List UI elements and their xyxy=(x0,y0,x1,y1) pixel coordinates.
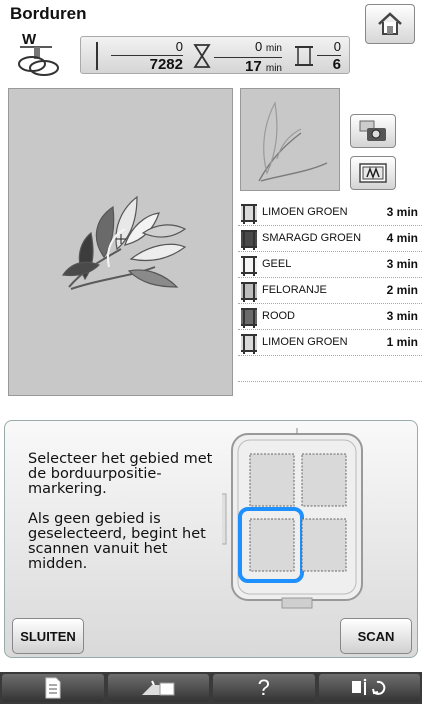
page-title: Borduren xyxy=(10,4,87,23)
leaf-thumbnail-image xyxy=(258,101,328,182)
thread-time: 2 min xyxy=(386,283,418,297)
thread-name: ROOD xyxy=(262,310,295,322)
embroidery-unit-icon xyxy=(142,680,175,696)
scan-button[interactable]: SCAN xyxy=(340,618,412,654)
thread-time: 3 min xyxy=(386,205,418,219)
thread-time: 3 min xyxy=(386,309,418,323)
thread-row-empty xyxy=(238,356,422,382)
thread-spool-icon xyxy=(241,334,257,354)
camera-icon xyxy=(359,120,386,141)
dialog-message: Selecteer het gebied met de borduurposit… xyxy=(28,452,218,587)
settings-icon xyxy=(352,678,386,695)
embroidery-preview xyxy=(8,88,233,396)
document-icon xyxy=(45,677,61,699)
spool-icon xyxy=(295,46,313,66)
colors-done: 0 xyxy=(317,39,341,56)
thread-spool-icon xyxy=(241,308,257,328)
thread-spool-icon xyxy=(241,204,257,224)
document-button[interactable] xyxy=(2,674,104,702)
thread-time: 4 min xyxy=(386,231,418,245)
time-unit-total: min xyxy=(265,63,282,74)
thread-row[interactable]: LIMOEN GROEN 3 min xyxy=(238,200,422,226)
bottom-toolbar: ? xyxy=(0,672,422,704)
time-unit: min xyxy=(265,43,282,54)
dialog-paragraph-2: Als geen gebied is geselecteerd, begint … xyxy=(28,511,206,572)
thread-time: 1 min xyxy=(386,335,418,349)
dialog-paragraph-1: Selecteer het gebied met de borduurposit… xyxy=(28,451,213,497)
thread-row[interactable]: LIMOEN GROEN 1 min xyxy=(238,330,422,356)
stitches-total: 7282 xyxy=(149,56,183,73)
home-button[interactable] xyxy=(365,4,415,44)
time-done: 0 xyxy=(255,39,263,54)
embroidery-unit-button[interactable] xyxy=(107,674,209,702)
camera-button[interactable] xyxy=(350,114,396,148)
home-icon xyxy=(378,12,402,35)
thread-name: LIMOEN GROEN xyxy=(262,336,348,348)
thread-name: LIMOEN GROEN xyxy=(262,206,348,218)
thread-row[interactable]: FELORANJE 2 min xyxy=(238,278,422,304)
time-total: 17 xyxy=(245,58,262,75)
thread-name: SMARAGD GROEN xyxy=(262,232,362,244)
color-count: 0 6 xyxy=(317,39,341,74)
presser-foot-label: W xyxy=(22,31,37,48)
thread-name: FELORANJE xyxy=(262,284,327,296)
leaf-design-image xyxy=(61,195,187,290)
presser-foot-icon: W xyxy=(14,30,70,78)
scan-area-top-right[interactable] xyxy=(301,453,347,507)
thread-row[interactable]: GEEL 3 min xyxy=(238,252,422,278)
stitch-simulator-button[interactable] xyxy=(350,156,396,190)
stitches-done: 0 xyxy=(111,39,183,56)
design-thumbnail xyxy=(240,88,340,191)
thread-row[interactable]: SMARAGD GROEN 4 min xyxy=(238,226,422,252)
thread-spool-icon xyxy=(241,282,257,302)
scan-area-top-left[interactable] xyxy=(249,453,295,507)
embroidery-frame-diagram xyxy=(222,428,363,609)
thread-time: 3 min xyxy=(386,257,418,271)
stitch-counter-bar: 0 7282 0 min 17 min 0 6 xyxy=(80,36,350,75)
help-button[interactable]: ? xyxy=(213,674,315,702)
time-count: 0 min 17 min xyxy=(214,39,282,78)
colors-total: 6 xyxy=(332,56,341,73)
thread-name: GEEL xyxy=(262,258,292,270)
thread-color-list: LIMOEN GROEN 3 min SMARAGD GROEN 4 min G… xyxy=(238,200,422,382)
hourglass-icon xyxy=(193,44,211,68)
stitch-simulator-icon xyxy=(359,163,387,183)
thread-row[interactable]: ROOD 3 min xyxy=(238,304,422,330)
needle-icon xyxy=(95,42,99,71)
settings-button[interactable] xyxy=(318,674,420,702)
close-button[interactable]: SLUITEN xyxy=(12,618,84,654)
scan-area-bottom-right[interactable] xyxy=(301,518,347,572)
thread-spool-icon xyxy=(241,256,257,276)
stitch-count: 0 7282 xyxy=(111,39,183,74)
thread-spool-icon xyxy=(241,230,257,250)
